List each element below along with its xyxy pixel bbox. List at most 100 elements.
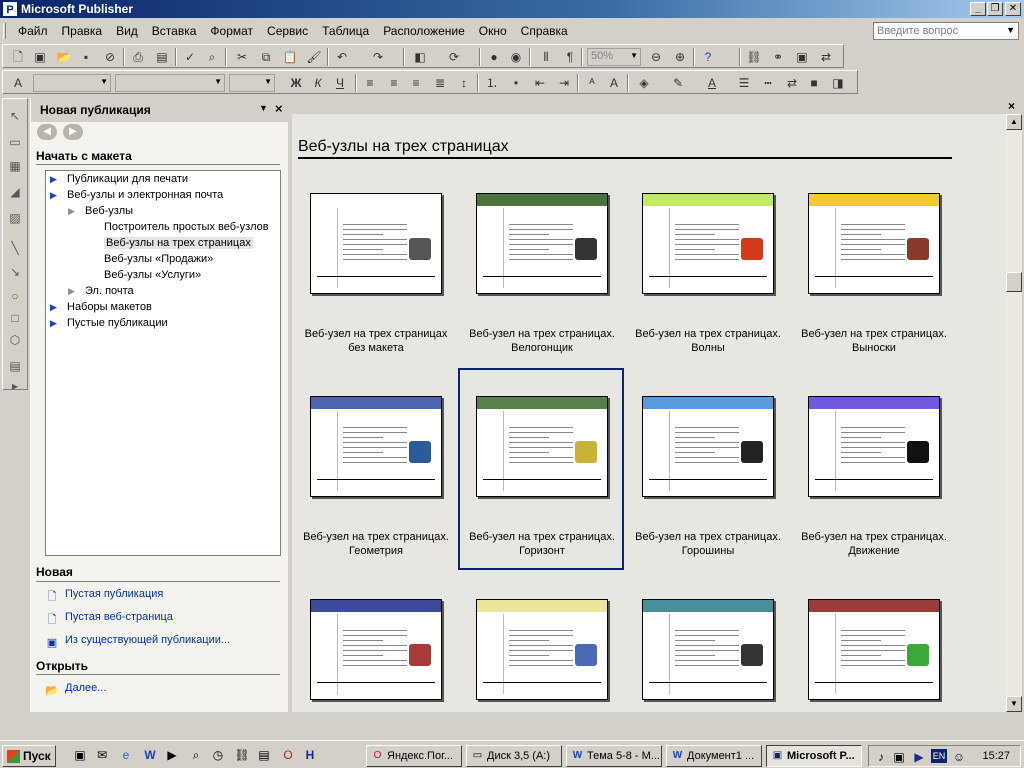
tree-item-web-email[interactable]: ▶ Веб-узлы и электронная почта [50, 189, 223, 201]
redo-icon[interactable]: ↷ [369, 48, 387, 66]
scroll-up-icon[interactable]: ▲ [1006, 114, 1022, 130]
select-pointer-icon[interactable]: ↖ [6, 107, 24, 125]
template-thumbnail[interactable] [808, 396, 940, 497]
network-tray-icon[interactable]: ▣ [891, 749, 907, 765]
rectangle-icon[interactable]: □ [6, 309, 24, 327]
maximize-button[interactable]: ❐ [987, 2, 1003, 16]
copy-icon[interactable]: ⧉ [257, 48, 275, 66]
messenger-icon[interactable]: ☺ [951, 749, 967, 765]
print-icon[interactable]: ⎙ [129, 48, 147, 66]
numbering-icon[interactable]: ⒈ [483, 74, 501, 92]
menu-tools[interactable]: Сервис [261, 24, 316, 38]
template-caption[interactable]: Веб-узел на трех страницах. Движение [794, 530, 954, 558]
calculator-icon[interactable]: ▤ [256, 747, 272, 763]
h-app-icon[interactable]: H [302, 747, 318, 763]
bring-forward-icon[interactable]: ◧ [411, 48, 429, 66]
fill-color-icon[interactable]: ◈ [635, 74, 653, 92]
tree-item-blank[interactable]: ▶ Пустые публикации [50, 317, 168, 329]
open-more-link[interactable]: 📂 Далее... [45, 682, 106, 698]
template-caption[interactable]: Веб-узел на трех страницах. Волны [628, 327, 788, 355]
from-existing-link[interactable]: ▣ Из существующей публикации... [45, 634, 230, 650]
tree-item-email[interactable]: ▶ Эл. почта [68, 285, 134, 297]
template-caption[interactable]: Веб-узел на трех страницах. Геометрия [296, 530, 456, 558]
template-thumbnail[interactable] [808, 193, 940, 294]
back-icon[interactable]: ◀ [37, 124, 57, 140]
more-buttons-icon[interactable]: ▸ [6, 377, 24, 395]
zoom-out-icon[interactable]: ⊖ [647, 48, 665, 66]
template-thumbnail[interactable] [310, 599, 442, 700]
columns-icon[interactable]: ⫴ [537, 48, 555, 66]
save-icon[interactable]: ▪ [77, 48, 95, 66]
format-painter-icon[interactable]: 🖌 [305, 48, 323, 66]
menu-help[interactable]: Справка [515, 24, 576, 38]
bullets-icon[interactable]: • [507, 74, 525, 92]
align-left-icon[interactable]: ≡ [361, 74, 379, 92]
line-icon[interactable]: ╲ [6, 239, 24, 257]
template-caption[interactable]: Веб-узел на трех страницах. Выноски [794, 327, 954, 355]
tree-item-three-page[interactable]: Веб-узлы на трех страницах [104, 237, 253, 249]
template-thumbnail[interactable] [476, 599, 608, 700]
tree-item-services[interactable]: Веб-узлы «Услуги» [104, 269, 201, 281]
clock-app-icon[interactable]: ◷ [210, 747, 226, 763]
taskbar-item-floppy[interactable]: ▭ Диск 3,5 (A:) [466, 745, 562, 767]
unlink-icon[interactable]: ⚭ [769, 48, 787, 66]
task-pane-close-icon[interactable]: × [275, 101, 283, 116]
language-indicator[interactable]: EN [931, 749, 947, 763]
open-icon[interactable]: 📂 [55, 48, 73, 66]
word-icon[interactable]: W [142, 747, 158, 763]
taskbar-item-yandex[interactable]: O Яндекс.Пог... [366, 745, 462, 767]
opera-icon[interactable]: O [280, 747, 296, 763]
ie-icon[interactable]: e [118, 747, 134, 763]
outlook-icon[interactable]: ✉ [94, 747, 110, 763]
close-button[interactable]: ✕ [1005, 2, 1021, 16]
help-search-input[interactable]: Введите вопрос ▼ [873, 22, 1019, 40]
menu-table[interactable]: Таблица [316, 24, 377, 38]
decrease-font-icon[interactable]: ᴬ [583, 74, 601, 92]
arrow-style-icon[interactable]: ⇄ [783, 74, 801, 92]
tree-item-sales[interactable]: Веб-узлы «Продажи» [104, 253, 213, 265]
research-icon[interactable]: ⌕ [203, 48, 221, 66]
publisher-app-icon[interactable]: P [2, 1, 18, 17]
paste-icon[interactable]: 📋 [281, 48, 299, 66]
template-thumbnail[interactable] [642, 396, 774, 497]
network-icon[interactable]: ⛓ [234, 747, 250, 763]
link-icon[interactable]: ⛓ [745, 48, 763, 66]
menu-view[interactable]: Вид [110, 24, 146, 38]
blank-web-page-link[interactable]: 🗋 Пустая веб-страница [45, 611, 173, 627]
line-color-icon[interactable]: ✎ [669, 74, 687, 92]
tree-item-design-sets[interactable]: ▶ Наборы макетов [50, 301, 152, 313]
insert-table-icon[interactable]: ▦ [6, 157, 24, 175]
zoom-in-object-icon[interactable]: ● [485, 48, 503, 66]
zoom-select[interactable]: 50% ▼ [587, 48, 641, 66]
forward-icon[interactable]: ▶ [63, 124, 83, 140]
media-player-icon[interactable]: ▶ [164, 747, 180, 763]
styles-icon[interactable]: A [9, 74, 27, 92]
template-thumbnail[interactable] [476, 193, 608, 294]
search-icon[interactable]: ⌕ [188, 747, 204, 763]
justify-icon[interactable]: ≣ [431, 74, 449, 92]
send-icon[interactable]: ⇄ [817, 48, 835, 66]
align-center-icon[interactable]: ≡ [385, 74, 403, 92]
menubar-grip[interactable] [3, 23, 6, 39]
line-style-icon[interactable]: ☰ [735, 74, 753, 92]
gallery-close-icon[interactable]: × [1008, 99, 1015, 113]
line-spacing-icon[interactable]: ↕ [455, 74, 473, 92]
template-caption[interactable]: Веб-узел на трех страницах. Горизонт [462, 530, 622, 558]
font-size-select[interactable]: ▼ [229, 74, 275, 92]
cut-icon[interactable]: ✂ [233, 48, 251, 66]
zoom-object-icon[interactable]: ◉ [507, 48, 525, 66]
new-publication-icon[interactable]: ▣ [31, 48, 49, 66]
wordart-icon[interactable]: ◢ [6, 183, 24, 201]
template-thumbnail[interactable] [476, 396, 608, 497]
web-preview-icon[interactable]: ▣ [793, 48, 811, 66]
minimize-button[interactable]: _ [970, 2, 986, 16]
dash-style-icon[interactable]: ┅ [759, 74, 777, 92]
tree-item-web-sites[interactable]: ▶ Веб-узлы [68, 205, 133, 217]
arrow-icon[interactable]: ↘ [6, 263, 24, 281]
taskbar-item-tema[interactable]: W Тема 5-8 - М... [566, 745, 662, 767]
vertical-scrollbar[interactable]: ▲ ▼ [1006, 114, 1022, 712]
blank-publication-link[interactable]: 🗋 Пустая публикация [45, 588, 164, 604]
template-caption[interactable]: Веб-узел на трех страницах. Велогонщик [462, 327, 622, 355]
search-file-icon[interactable]: ⊘ [101, 48, 119, 66]
taskbar-item-publisher[interactable]: ▣ Microsoft P... [766, 745, 862, 767]
